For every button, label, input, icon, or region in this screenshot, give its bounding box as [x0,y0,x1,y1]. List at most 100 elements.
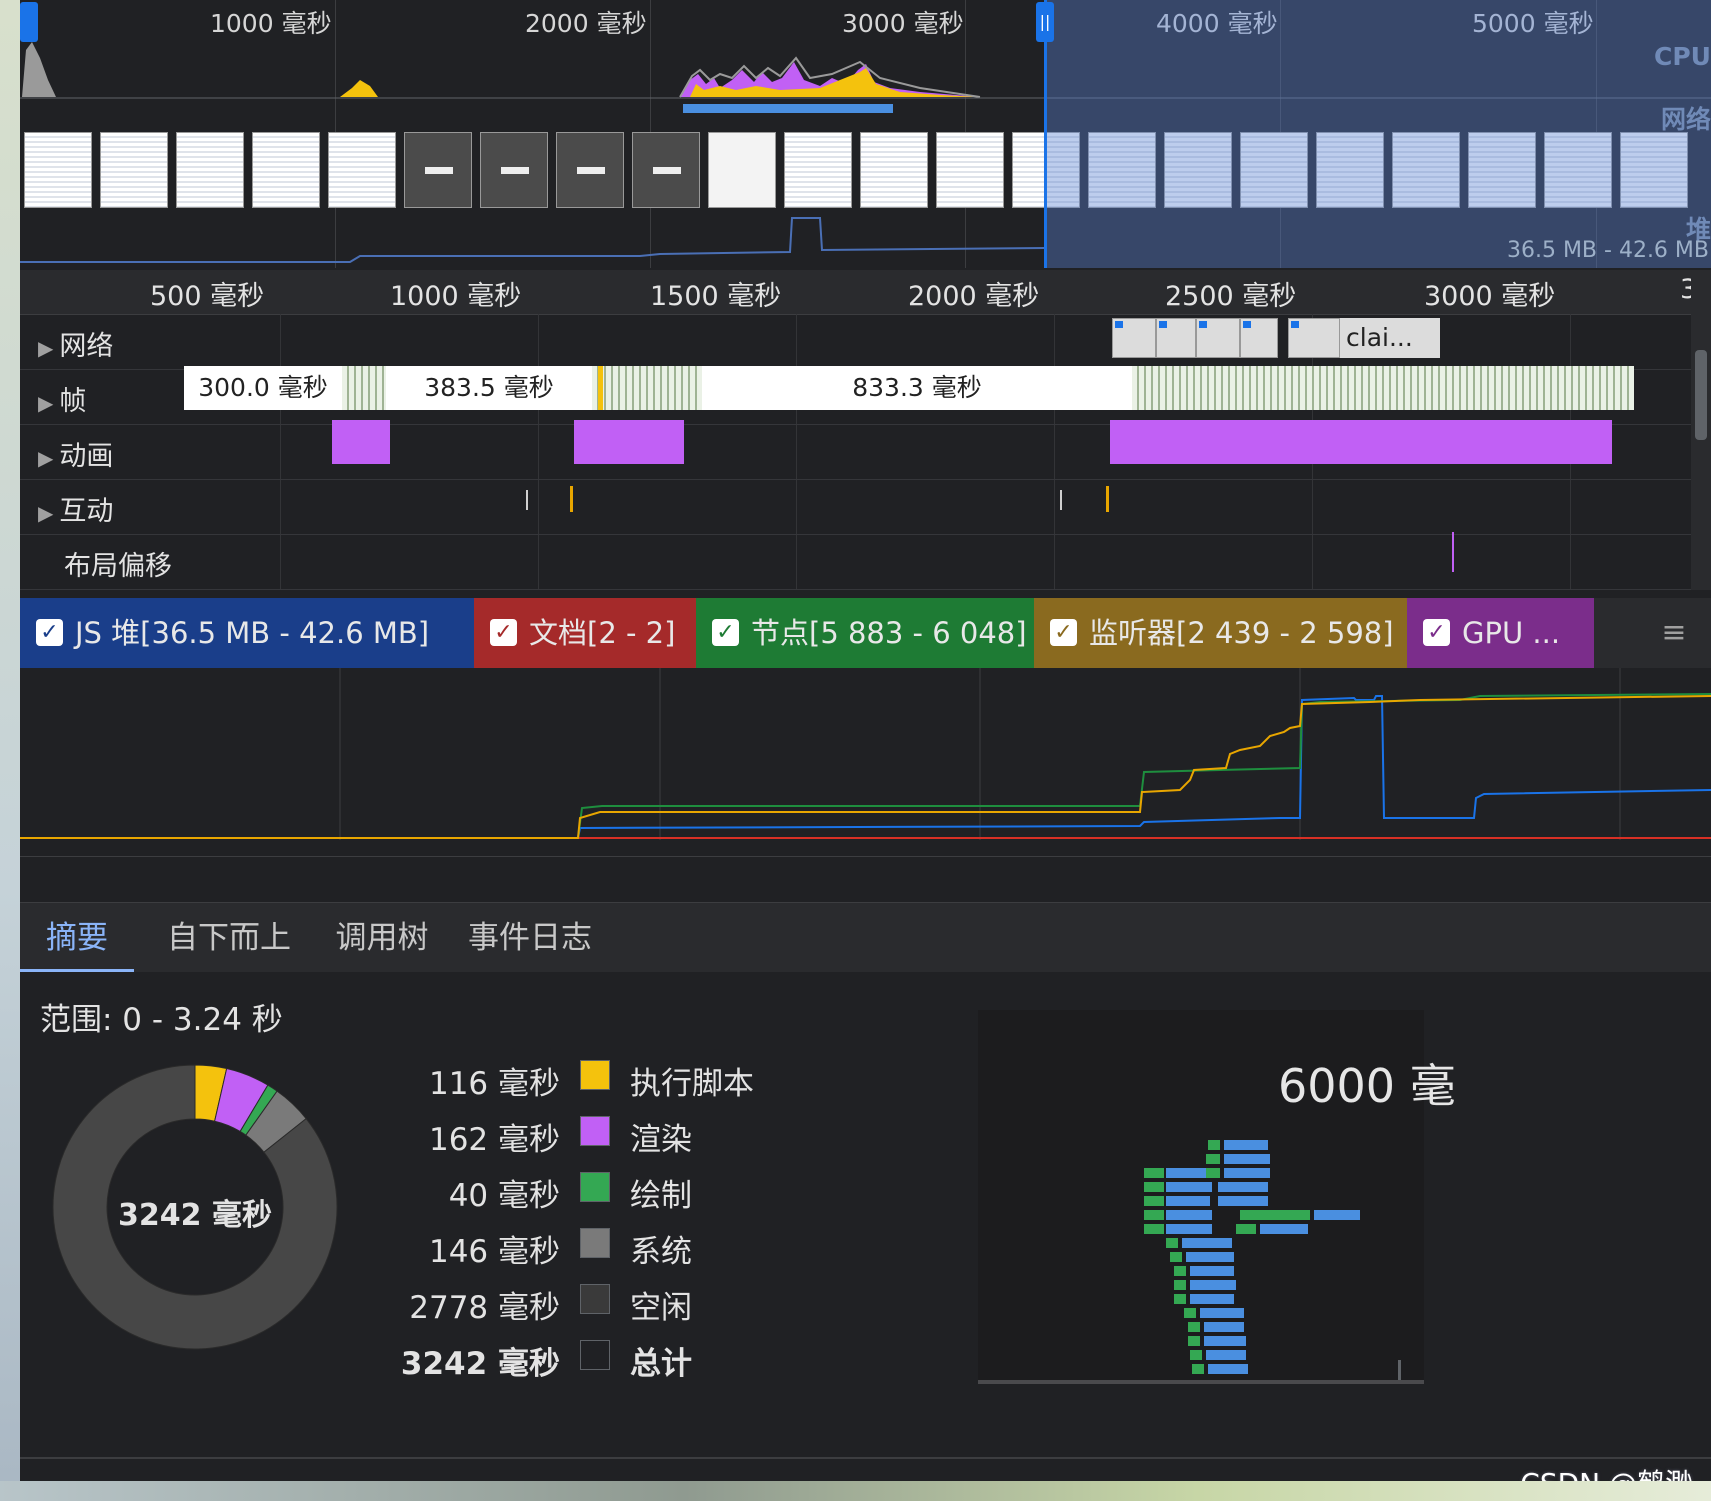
animation-block[interactable] [574,420,684,464]
timeline-tracks: ▶ 网络 clai... ▶ 帧 300.0 毫秒 383.5 毫秒 833.3 毫… [20,314,1691,590]
screenshot-thumbnail[interactable] [708,132,776,208]
selection-handle-right[interactable]: || [1036,2,1054,42]
track-interactions-title[interactable]: ▶ 互动 [38,489,113,528]
frame-stripes [592,366,702,410]
screenshot-thumbnail[interactable] [860,132,928,208]
legend-value: 3242 毫秒 [400,1346,560,1382]
screenshot-thumbnail[interactable] [936,132,1004,208]
frame-block[interactable]: 383.5 毫秒 [386,366,592,410]
flame-bar [1204,1336,1246,1346]
flame-bar [1218,1182,1268,1192]
checkbox-icon[interactable]: ✓ [712,618,739,646]
time-ruler[interactable]: 500 毫秒 1000 毫秒 1500 毫秒 2000 毫秒 2500 毫秒 3… [20,270,1711,315]
animation-block[interactable] [332,420,390,464]
donut-total-label: 3242 毫秒 [118,1198,272,1233]
tab-bottom-up[interactable]: 自下而上 [154,903,304,973]
tracks-scrollbar-thumb[interactable] [1695,350,1707,440]
interaction-mark[interactable] [526,490,528,510]
checkbox-icon[interactable]: ✓ [36,618,63,646]
tracks-scrollbar[interactable] [1691,270,1711,590]
flame-bar [1174,1280,1186,1290]
screenshot-thumbnail[interactable] [252,132,320,208]
tab-call-tree[interactable]: 调用树 [326,903,438,973]
js-heap-series [20,695,1711,839]
legend-name: 总计 [630,1346,692,1382]
counter-js-heap[interactable]: ✓ JS 堆[36.5 MB - 42.6 MB] [20,598,474,668]
menu-icon[interactable]: ≡ [1657,616,1691,650]
tab-event-log[interactable]: 事件日志 [460,903,600,973]
performance-panel: 1000 毫秒 2000 毫秒 3000 毫秒 4000 毫秒 5000 毫秒 … [20,0,1711,1481]
network-activity-bar [683,104,893,113]
selection-handle-left[interactable] [20,2,38,42]
tab-summary[interactable]: 摘要 [20,903,134,973]
flame-bar [1224,1154,1270,1164]
flame-chart-thumbnail: 6000 毫 [978,1010,1456,1384]
screenshot-thumbnail[interactable] [328,132,396,208]
screenshot-thumbnail[interactable] [480,132,548,208]
interaction-mark[interactable] [1106,486,1109,512]
screenshot-thumbnail[interactable] [176,132,244,208]
flame-bar [1166,1196,1210,1206]
network-request-label[interactable]: clai... [1340,318,1440,358]
heap-overview-line [20,217,1046,263]
animation-block[interactable] [1110,420,1612,464]
screenshot-thumbnail[interactable] [632,132,700,208]
ruler-label: 500 毫秒 [150,281,265,312]
details-tab-bar: 摘要 自下而上 调用树 事件日志 [20,902,1711,974]
interaction-mark[interactable] [1060,490,1062,510]
flame-bar [1188,1336,1200,1346]
counter-gpu[interactable]: ✓ GPU ... [1407,598,1594,668]
network-request[interactable] [1288,318,1340,358]
screenshot-thumbnail[interactable] [784,132,852,208]
flame-bar [1206,1154,1220,1164]
thumbnail-tick [1398,1360,1401,1380]
legend-name: 空闲 [630,1290,692,1326]
legend-row-rendering: 162 毫秒 渲染 [400,1108,960,1158]
track-frames-title[interactable]: ▶ 帧 [38,379,86,418]
flame-bar [1144,1196,1164,1206]
memory-counters-legend: ✓ JS 堆[36.5 MB - 42.6 MB] ✓ 文档[2 - 2] ✓ 节点[… [20,598,1711,668]
screenshot-thumbnail[interactable] [24,132,92,208]
counter-nodes[interactable]: ✓ 节点[5 883 - 6 048] [696,598,1034,668]
flame-bar [1208,1364,1248,1374]
memory-counters-graph[interactable] [20,668,1711,857]
checkbox-icon[interactable]: ✓ [1050,618,1077,646]
timeline-overview[interactable]: 1000 毫秒 2000 毫秒 3000 毫秒 4000 毫秒 5000 毫秒 … [20,0,1711,268]
layout-shift-mark[interactable] [1452,532,1454,572]
legend-name: 系统 [630,1234,692,1270]
legend-value: 116 毫秒 [428,1066,560,1102]
network-request[interactable] [1240,318,1278,358]
network-request[interactable] [1156,318,1196,358]
summary-pane: 范围: 0 - 3.24 秒 3242 毫秒 116 毫秒 执行脚本 162 毫… [20,972,1711,1459]
frame-block[interactable]: 300.0 毫秒 [184,366,342,410]
network-request[interactable] [1112,318,1156,358]
track-network-title[interactable]: ▶ 网络 [38,324,113,363]
screenshot-thumbnail[interactable] [556,132,624,208]
track-animations-title[interactable]: ▶ 动画 [38,434,113,473]
legend-swatch [580,1284,610,1314]
legend-name: 绘制 [630,1178,692,1214]
expand-arrow-icon[interactable]: ▶ [38,336,53,360]
expand-arrow-icon[interactable]: ▶ [38,446,53,470]
track-network[interactable]: ▶ 网络 clai... [20,314,1691,370]
flame-bar [1240,1210,1310,1220]
legend-swatch [580,1172,610,1202]
expand-arrow-icon[interactable]: ▶ [38,501,53,525]
counter-documents[interactable]: ✓ 文档[2 - 2] [474,598,696,668]
flame-bar [1192,1364,1204,1374]
frame-block[interactable]: 833.3 毫秒 [702,366,1132,410]
flame-bar [1190,1280,1236,1290]
track-interactions[interactable]: ▶ 互动 [20,479,1691,535]
checkbox-icon[interactable]: ✓ [1423,618,1450,646]
expand-arrow-icon[interactable]: ▶ [38,391,53,415]
track-layout-shifts[interactable]: 布局偏移 [20,534,1691,590]
ruler-label: 2000 毫秒 [908,281,1040,312]
screenshot-thumbnail[interactable] [404,132,472,208]
network-request[interactable] [1196,318,1240,358]
range-label: 范围: 0 - 3.24 秒 [40,1002,283,1038]
checkbox-icon[interactable]: ✓ [490,618,517,646]
watermark: CSDN @鹤渺 [1520,1462,1693,1481]
interaction-mark[interactable] [570,486,573,512]
screenshot-thumbnail[interactable] [100,132,168,208]
counter-listeners[interactable]: ✓ 监听器[2 439 - 2 598] [1034,598,1407,668]
